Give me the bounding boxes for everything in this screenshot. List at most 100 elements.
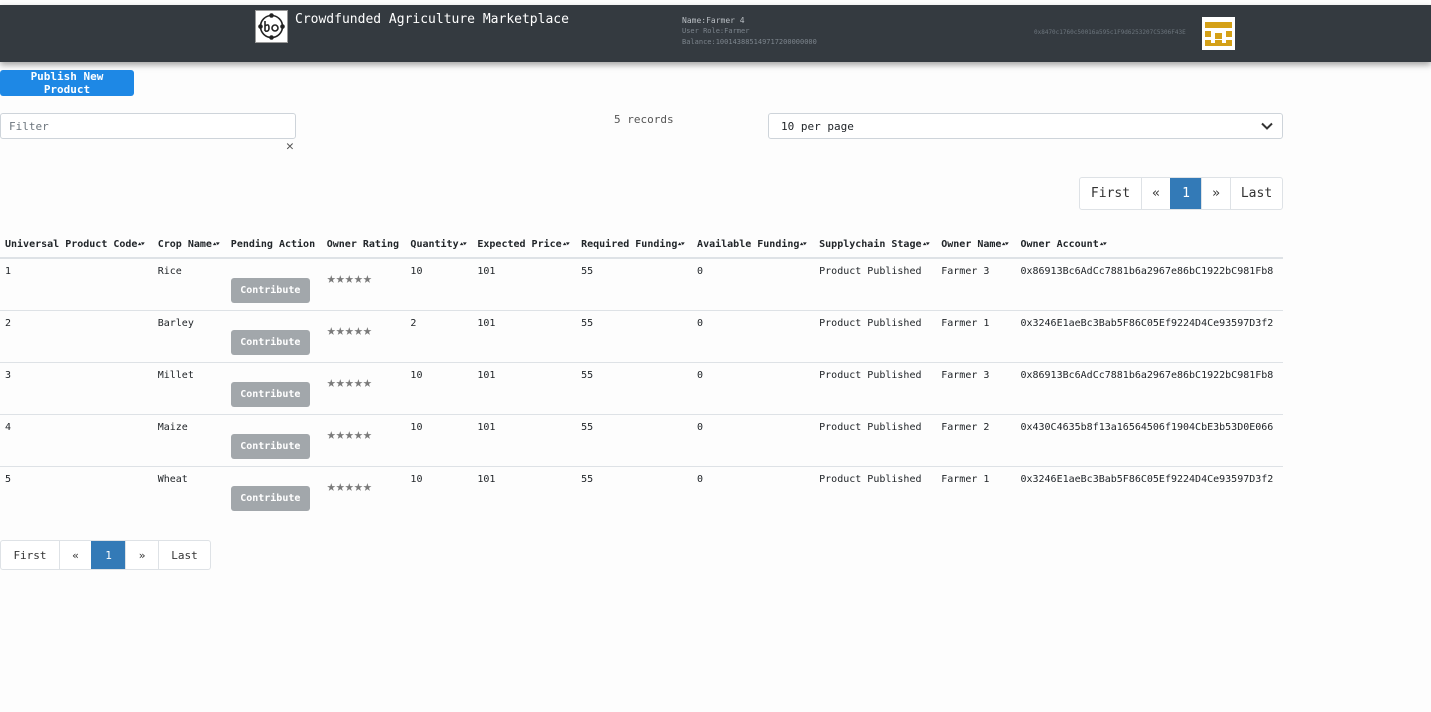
expected-price-cell: 101 — [472, 310, 577, 363]
crop-name-cell: Maize — [152, 414, 226, 467]
required-funding-cell: 55 — [576, 414, 693, 467]
page-next-button[interactable]: » — [1201, 178, 1230, 209]
available-funding-cell: 0 — [692, 414, 815, 467]
quantity-cell: 10 — [410, 473, 423, 485]
sort-icon[interactable]: ▲▼ — [922, 241, 929, 246]
sort-icon[interactable]: ▲▼ — [213, 241, 220, 246]
table-row: 1 Rice Contribute ★★★★★ 10 101 55 0 Product Publ… — [0, 258, 1283, 311]
sort-icon[interactable]: ▲▼ — [562, 241, 569, 246]
owner-account-cell: 0x3246E1aeBc3Bab5F86C05Ef9224D4Ce93597D3… — [1015, 310, 1283, 363]
column-header[interactable]: Required Funding▲▼ — [576, 232, 693, 259]
column-header[interactable]: Crop Name▲▼ — [152, 232, 226, 259]
column-header[interactable]: Owner Account▲▼ — [1015, 232, 1283, 259]
owner-account-cell: 0x430C4635b8f13a16564506f1904CbE3b53D0E0… — [1015, 414, 1283, 467]
close-icon[interactable]: ✕ — [286, 140, 294, 154]
contribute-button[interactable]: Contribute — [230, 278, 310, 303]
page-last-button[interactable]: Last — [158, 541, 210, 569]
expected-price-cell: 101 — [472, 362, 577, 415]
star-rating-icon[interactable]: ★★★★★ — [327, 266, 372, 287]
star-rating-icon[interactable]: ★★★★★ — [327, 318, 372, 339]
supplychain-stage-cell: Product Published — [814, 414, 937, 467]
page-first-button[interactable]: First — [1080, 178, 1141, 209]
upc-cell: 3 — [0, 362, 153, 415]
pending-action-cell: Contribute — [225, 310, 322, 363]
sort-icon[interactable]: ▲▼ — [800, 241, 807, 246]
expected-price-cell: 101 — [472, 258, 577, 311]
owner-account-cell: 0x86913Bc6AdCc7881b6a2967e86bC1922bC981F… — [1015, 362, 1283, 415]
crop-name-cell: Wheat — [157, 473, 188, 485]
contribute-button[interactable]: Contribute — [230, 433, 310, 459]
column-header-label: Owner Account — [1020, 238, 1099, 250]
page-next-button[interactable]: » — [125, 541, 158, 569]
owner-account-cell: 0x3246E1aeBc3Bab5F86C05Ef9224D4Ce93597D3… — [1020, 473, 1274, 485]
owner-name-cell: Farmer 1 — [936, 310, 1016, 363]
column-header: Owner Rating — [321, 232, 406, 259]
sort-icon[interactable]: ▲▼ — [678, 241, 685, 246]
upc-cell: 2 — [0, 310, 153, 363]
table-row: 4 Maize Contribute ★★★★★ 10 101 55 0 Product Pub… — [0, 414, 1283, 467]
column-header[interactable]: Supplychain Stage▲▼ — [814, 232, 937, 259]
crop-name-cell: Barley — [152, 310, 226, 363]
per-page-select[interactable]: 10 per page — [768, 113, 1283, 139]
pagination-bottom: First « 1 » Last — [0, 540, 211, 570]
available-funding-cell: 0 — [692, 258, 815, 311]
upc-cell: 4 — [0, 414, 153, 467]
column-header-label: Quantity — [410, 238, 459, 250]
sort-icon[interactable]: ▲▼ — [1002, 241, 1009, 246]
table-row: 5 Wheat Contribute ★★★★★ 10 101 55 0 Product Pub… — [0, 466, 1283, 518]
column-header[interactable]: Universal Product Code▲▼ — [0, 232, 153, 259]
upc-cell: 1 — [0, 258, 153, 311]
column-header[interactable]: Available Funding▲▼ — [692, 232, 815, 259]
quantity-cell: 10 — [405, 362, 473, 415]
star-rating-icon[interactable]: ★★★★★ — [327, 474, 372, 495]
page-last-button[interactable]: Last — [1230, 178, 1282, 209]
column-header[interactable]: Quantity▲▼ — [405, 232, 473, 259]
required-funding-cell: 55 — [576, 362, 693, 415]
app-title: Crowdfunded Agriculture Marketplace — [295, 12, 569, 27]
column-header-label: Pending Action — [230, 238, 316, 250]
contribute-button[interactable]: Contribute — [230, 329, 310, 355]
contribute-button[interactable]: Contribute — [230, 485, 310, 511]
required-funding-cell: 55 — [576, 310, 693, 363]
pending-action-cell: Contribute — [225, 414, 322, 467]
page-current-button[interactable]: 1 — [91, 541, 125, 569]
owner-name-cell: Farmer 1 — [941, 473, 990, 485]
page-current-button[interactable]: 1 — [1170, 178, 1201, 209]
owner-rating-cell: ★★★★★ — [321, 258, 406, 311]
column-header-label: Supplychain Stage — [819, 238, 922, 250]
table-header-row: Universal Product Code▲▼ Crop Name▲▼ Pendi… — [0, 232, 1283, 259]
page-prev-button[interactable]: « — [1141, 178, 1170, 209]
available-funding-cell: 0 — [697, 473, 704, 485]
column-header[interactable]: Owner Name▲▼ — [936, 232, 1016, 259]
owner-rating-cell: ★★★★★ — [321, 310, 406, 363]
column-header[interactable]: Expected Price▲▼ — [472, 232, 577, 259]
star-rating-icon[interactable]: ★★★★★ — [327, 370, 372, 391]
contribute-button[interactable]: Contribute — [230, 381, 310, 407]
owner-name-cell: Farmer 3 — [936, 362, 1016, 415]
column-header-label: Universal Product Code — [5, 238, 138, 250]
supplychain-stage-cell: Product Published — [814, 362, 937, 415]
avatar[interactable] — [1202, 17, 1235, 50]
column-header-label: Required Funding — [581, 238, 678, 250]
owner-name-cell: Farmer 3 — [936, 258, 1016, 311]
available-funding-cell: 0 — [692, 362, 815, 415]
column-header-label: Owner Rating — [326, 238, 399, 250]
record-count: 5 records — [614, 113, 674, 126]
publish-new-product-button[interactable]: Publish New Product — [0, 70, 134, 96]
required-funding-cell: 55 — [581, 473, 594, 485]
sort-icon[interactable]: ▲▼ — [1099, 241, 1106, 246]
top-navbar: Crowdfunded Agriculture Marketplace Name… — [0, 5, 1431, 62]
page-prev-button[interactable]: « — [59, 541, 91, 569]
upc-cell: 5 — [5, 473, 12, 485]
supplychain-stage-cell: Product Published — [814, 258, 937, 311]
sort-icon[interactable]: ▲▼ — [138, 241, 145, 246]
table-body: 1 Rice Contribute ★★★★★ 10 101 55 0 Product Publ… — [0, 258, 1283, 518]
page-first-button[interactable]: First — [1, 541, 59, 569]
star-rating-icon[interactable]: ★★★★★ — [327, 422, 372, 443]
owner-rating-cell: ★★★★★ — [322, 466, 406, 518]
chevron-down-icon — [1260, 119, 1274, 136]
sort-icon[interactable]: ▲▼ — [459, 241, 466, 246]
user-balance: Balance:100143885149717200000000 — [682, 38, 817, 46]
filter-input[interactable] — [0, 113, 296, 139]
user-name: Name:Farmer 4 — [682, 16, 745, 25]
